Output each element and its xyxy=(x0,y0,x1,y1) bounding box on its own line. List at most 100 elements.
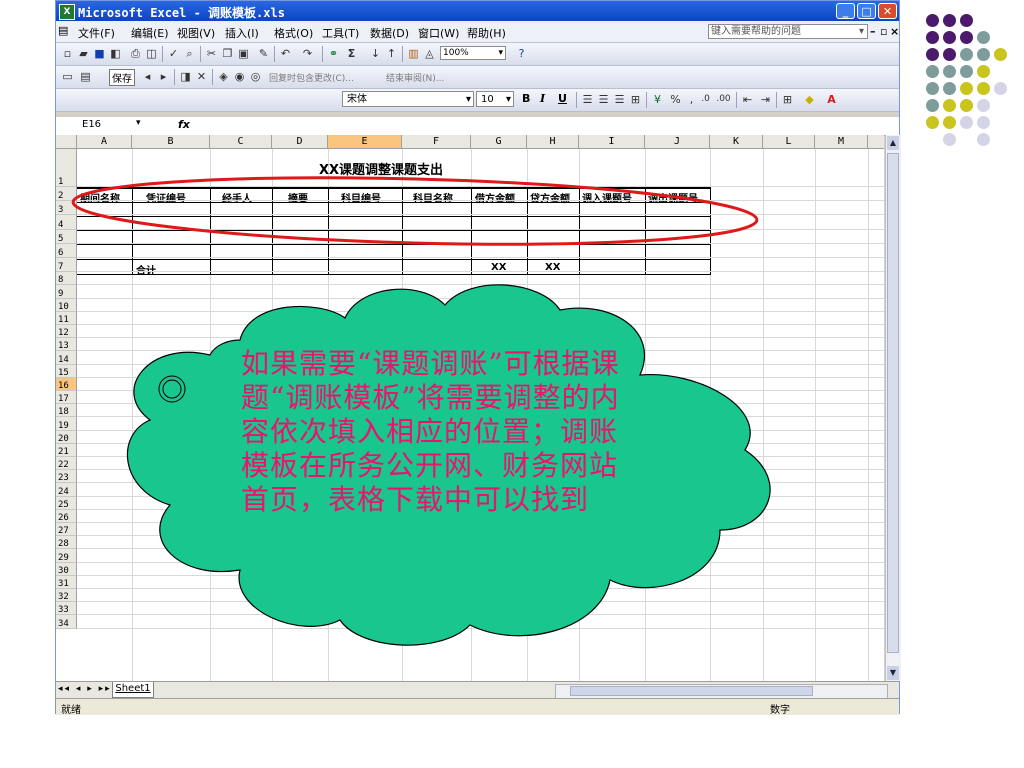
row-header-14[interactable]: 14 xyxy=(56,351,77,365)
scroll-up-icon[interactable]: ▲ xyxy=(887,136,899,150)
row-header-27[interactable]: 27 xyxy=(56,523,77,537)
row-header-4[interactable]: 4 xyxy=(56,215,77,230)
end-review-button[interactable]: 结束审阅(N)... xyxy=(386,71,444,84)
workbook-menu-icon[interactable]: ▤ xyxy=(58,24,68,37)
row-header-19[interactable]: 19 xyxy=(56,417,77,431)
menu-insert[interactable]: 插入(I) xyxy=(225,25,259,41)
font-select[interactable]: 宋体 ▾ xyxy=(342,91,474,107)
row-header-5[interactable]: 5 xyxy=(56,229,77,244)
row-header-2[interactable]: 2 xyxy=(56,187,77,202)
header-handler[interactable]: 经手人 xyxy=(222,190,252,205)
horizontal-scrollbar[interactable] xyxy=(555,684,888,699)
show-comments-icon[interactable]: ▤ xyxy=(78,69,93,84)
row-header-34[interactable]: 34 xyxy=(56,615,77,629)
chevron-down-icon[interactable]: ▾ xyxy=(466,92,471,107)
row-header-18[interactable]: 18 xyxy=(56,404,77,418)
permission-icon[interactable]: ◧ xyxy=(108,46,123,61)
borders-icon[interactable]: ⊞ xyxy=(780,92,795,107)
row-header-11[interactable]: 11 xyxy=(56,311,77,325)
row-header-6[interactable]: 6 xyxy=(56,243,77,258)
increase-decimal-icon[interactable]: .0 xyxy=(698,92,713,107)
chevron-down-icon[interactable]: ▾ xyxy=(859,25,864,38)
save-button[interactable]: 保存 xyxy=(109,69,135,86)
undo-icon[interactable]: ↶ xyxy=(278,46,293,61)
align-left-icon[interactable]: ☰ xyxy=(580,92,595,107)
accept-change-icon[interactable]: ◉ xyxy=(232,69,247,84)
minimize-button[interactable]: _ xyxy=(836,3,855,19)
row-header-23[interactable]: 23 xyxy=(56,470,77,484)
header-summary[interactable]: 摘要 xyxy=(288,190,308,205)
row-header-3[interactable]: 3 xyxy=(56,201,77,216)
insert-function-icon[interactable]: fx xyxy=(178,118,190,131)
menu-format[interactable]: 格式(O) xyxy=(274,25,313,41)
reject-change-icon[interactable]: ◎ xyxy=(248,69,263,84)
new-comment-icon[interactable]: ▭ xyxy=(60,69,75,84)
track-changes-icon[interactable]: ◈ xyxy=(216,69,231,84)
decrease-indent-icon[interactable]: ⇤ xyxy=(740,92,755,107)
cut-icon[interactable]: ✂ xyxy=(204,46,219,61)
row-header-20[interactable]: 20 xyxy=(56,430,77,444)
chart-wizard-icon[interactable]: ▥ xyxy=(406,46,421,61)
spelling-icon[interactable]: ✓ xyxy=(166,46,181,61)
sort-ascending-icon[interactable]: ↓ xyxy=(368,46,383,61)
header-transfer-in-project[interactable]: 调入课题号 xyxy=(582,190,632,205)
redo-icon[interactable]: ↷ xyxy=(300,46,315,61)
next-comment-icon[interactable]: ▸ xyxy=(156,69,171,84)
save-icon[interactable]: ■ xyxy=(92,46,107,61)
column-header-j[interactable]: J xyxy=(645,135,710,149)
column-header-k[interactable]: K xyxy=(710,135,763,149)
research-icon[interactable]: ⌕ xyxy=(182,46,197,61)
row-header-30[interactable]: 30 xyxy=(56,562,77,576)
row-header-31[interactable]: 31 xyxy=(56,575,77,589)
font-color-icon[interactable]: A xyxy=(824,92,839,107)
chevron-down-icon[interactable]: ▾ xyxy=(506,92,511,107)
header-credit-amount[interactable]: 贷方金额 xyxy=(530,190,570,205)
mdi-minimize-button[interactable]: – xyxy=(870,25,876,38)
row-header-24[interactable]: 24 xyxy=(56,483,77,497)
vertical-scroll-thumb[interactable] xyxy=(887,153,899,653)
row-header-22[interactable]: 22 xyxy=(56,457,77,471)
drawing-icon[interactable]: ◬ xyxy=(422,46,437,61)
mdi-close-button[interactable]: × xyxy=(890,25,899,38)
comma-icon[interactable]: , xyxy=(684,92,699,107)
align-right-icon[interactable]: ☰ xyxy=(612,92,627,107)
chevron-down-icon[interactable]: ▾ xyxy=(136,118,141,128)
help-icon[interactable]: ? xyxy=(514,46,529,61)
row-header-15[interactable]: 15 xyxy=(56,364,77,378)
autosum-icon[interactable]: Σ xyxy=(344,46,359,61)
header-transfer-out-project[interactable]: 调出课题号 xyxy=(648,190,698,205)
column-header-c[interactable]: C xyxy=(210,135,272,149)
paste-icon[interactable]: ▣ xyxy=(236,46,251,61)
maximize-button[interactable]: □ xyxy=(857,3,876,19)
header-debit-amount[interactable]: 借方金额 xyxy=(475,190,515,205)
row-header-25[interactable]: 25 xyxy=(56,496,77,510)
column-header-m[interactable]: M xyxy=(815,135,868,149)
italic-button[interactable]: I xyxy=(540,92,545,105)
zoom-select[interactable]: 100% ▾ xyxy=(440,46,506,60)
column-header-l[interactable]: L xyxy=(763,135,815,149)
tab-sheet1[interactable]: Sheet1 xyxy=(112,682,154,698)
font-size-select[interactable]: 10 ▾ xyxy=(476,91,514,107)
column-header-e[interactable]: E xyxy=(328,135,402,149)
column-header-d[interactable]: D xyxy=(272,135,328,149)
row-header-32[interactable]: 32 xyxy=(56,589,77,603)
sheet-title[interactable]: XX课题调整课题支出 xyxy=(286,159,476,178)
reply-with-changes-button[interactable]: 回复时包含更改(C)... xyxy=(269,71,354,84)
currency-icon[interactable]: ¥ xyxy=(650,92,665,107)
percent-icon[interactable]: % xyxy=(668,92,683,107)
print-preview-icon[interactable]: ◫ xyxy=(144,46,159,61)
row-header-1[interactable]: 1 xyxy=(56,149,77,187)
row-header-28[interactable]: 28 xyxy=(56,536,77,550)
row-header-7[interactable]: 7 xyxy=(56,258,77,273)
row-header-26[interactable]: 26 xyxy=(56,509,77,523)
help-question-input[interactable]: 键入需要帮助的问题 ▾ xyxy=(708,24,868,39)
column-header-h[interactable]: H xyxy=(527,135,579,149)
print-icon[interactable]: ⎙ xyxy=(128,46,143,61)
increase-indent-icon[interactable]: ⇥ xyxy=(758,92,773,107)
bold-button[interactable]: B xyxy=(522,92,530,105)
tab-navigation-arrows[interactable]: ◂◂ ◂ ▸ ▸▸ xyxy=(58,684,112,694)
mdi-restore-button[interactable]: ▫ xyxy=(880,25,887,38)
row-header-16[interactable]: 16 xyxy=(56,377,77,391)
row-header-29[interactable]: 29 xyxy=(56,549,77,563)
column-header-a[interactable]: A xyxy=(77,135,132,149)
